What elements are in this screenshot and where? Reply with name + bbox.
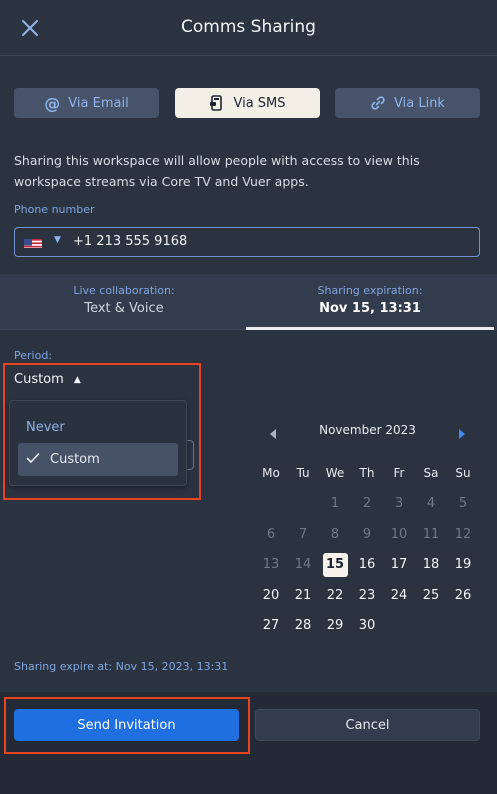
via-link-label: Via Link [394, 95, 445, 111]
settings-tabs: Live collaboration: Text & Voice Sharing… [0, 274, 497, 330]
phone-number-value[interactable]: +1 213 555 9168 [73, 234, 187, 249]
country-dropdown-caret-icon[interactable]: ▼ [54, 235, 61, 245]
tab-expiration-value: Nov 15, 13:31 [319, 301, 421, 316]
calendar-day[interactable]: 24 [383, 580, 415, 611]
calendar-day[interactable]: 27 [255, 611, 287, 642]
calendar-day: 14 [294, 557, 312, 573]
phone-number-label: Phone number [14, 203, 95, 216]
calendar-day[interactable]: 18 [415, 550, 447, 581]
period-label: Period: [14, 349, 53, 362]
calendar-day: 5 [458, 496, 468, 512]
calendar-weekday-row: Mo Tu We Th Fr Sa Su [255, 458, 479, 489]
share-method-selector: @ Via Email Via SMS Via Link [14, 88, 480, 118]
calendar-next-month-icon[interactable] [457, 425, 467, 439]
period-select[interactable]: Custom ▲ [14, 372, 81, 387]
period-dropdown: Never Custom [9, 400, 187, 486]
link-icon [370, 95, 386, 111]
calendar-week-row: 27 28 29 30 [255, 611, 479, 642]
sharing-description: Sharing this workspace will allow people… [14, 153, 420, 189]
tab-sharing-expiration[interactable]: Sharing expiration: Nov 15, 13:31 [246, 274, 494, 330]
period-option-never[interactable]: Never [18, 411, 178, 444]
weekday-label: Sa [423, 466, 439, 481]
period-option-custom[interactable]: Custom [18, 443, 178, 476]
tab-live-value: Text & Voice [84, 301, 164, 316]
send-invitation-button[interactable]: Send Invitation [14, 709, 239, 741]
calendar-day: 2 [362, 496, 372, 512]
calendar-day: 6 [266, 526, 276, 542]
weekday-label: We [325, 466, 345, 481]
footer [0, 692, 497, 794]
calendar-day: 1 [330, 496, 340, 512]
period-selected-value: Custom [14, 372, 64, 387]
phone-number-field[interactable]: ▼ +1 213 555 9168 [14, 227, 480, 257]
calendar-prev-month-icon[interactable] [268, 425, 278, 439]
calendar-day[interactable]: 29 [319, 611, 351, 642]
weekday-label: Th [359, 466, 375, 481]
cancel-button[interactable]: Cancel [255, 709, 480, 741]
via-email-label: Via Email [68, 95, 129, 111]
via-email-button[interactable]: @ Via Email [14, 88, 159, 118]
calendar-day[interactable]: 19 [447, 550, 479, 581]
calendar-day[interactable]: 22 [319, 580, 351, 611]
at-icon: @ [44, 93, 61, 113]
calendar-week-row: 6 7 8 9 10 11 12 [255, 519, 479, 550]
via-sms-label: Via SMS [233, 95, 286, 111]
via-link-button[interactable]: Via Link [335, 88, 480, 118]
calendar-day[interactable]: 25 [415, 580, 447, 611]
weekday-label: Fr [393, 466, 405, 481]
phone-icon [209, 95, 225, 111]
calendar-day[interactable]: 23 [351, 580, 383, 611]
calendar-month-title: November 2023 [319, 423, 416, 437]
calendar-day[interactable]: 16 [351, 550, 383, 581]
calendar-grid: Mo Tu We Th Fr Sa Su 1 2 3 4 5 6 7 8 9 10 11 12 13 14… [255, 458, 479, 641]
calendar-day: 12 [454, 526, 472, 542]
calendar-day [383, 611, 415, 642]
selected-day-label: 15 [322, 552, 348, 577]
calendar-day [287, 489, 319, 520]
calendar-day: 7 [298, 526, 308, 542]
calendar-day [255, 489, 287, 520]
calendar-day: 3 [394, 496, 404, 512]
calendar-day: 4 [426, 496, 436, 512]
tab-live-label: Live collaboration: [73, 284, 175, 297]
us-flag-icon[interactable] [24, 236, 42, 248]
tab-expiration-label: Sharing expiration: [317, 284, 423, 297]
calendar-day: 13 [262, 557, 280, 573]
caret-up-icon: ▲ [73, 374, 81, 385]
calendar-day[interactable]: 20 [255, 580, 287, 611]
calendar-days: 1 2 3 4 5 6 7 8 9 10 11 12 13 14 15 16 17 18 19 20 21 22 23 24 2… [255, 489, 479, 642]
period-option-custom-label: Custom [50, 452, 100, 467]
calendar-day: 10 [390, 526, 408, 542]
sharing-expire-note: Sharing expire at: Nov 15, 2023, 13:31 [14, 660, 229, 673]
calendar-day: 11 [422, 526, 440, 542]
calendar-day[interactable]: 21 [287, 580, 319, 611]
calendar-day [415, 611, 447, 642]
calendar-week-row: 1 2 3 4 5 [255, 489, 479, 520]
calendar-day [447, 611, 479, 642]
calendar-week-row: 20 21 22 23 24 25 26 [255, 580, 479, 611]
calendar-day[interactable]: 26 [447, 580, 479, 611]
check-icon [26, 452, 40, 468]
calendar-day[interactable]: 30 [351, 611, 383, 642]
weekday-label: Tu [296, 466, 310, 481]
page-title: Comms Sharing [181, 17, 316, 37]
via-sms-button[interactable]: Via SMS [175, 88, 320, 118]
weekday-label: Su [455, 466, 471, 481]
calendar-day-selected[interactable]: 15 [319, 550, 351, 581]
header: Comms Sharing [0, 0, 497, 56]
calendar-day: 9 [362, 526, 372, 542]
tab-live-collaboration[interactable]: Live collaboration: Text & Voice [0, 274, 248, 330]
weekday-label: Mo [262, 466, 280, 481]
calendar-day[interactable]: 28 [287, 611, 319, 642]
calendar-week-row: 13 14 15 16 17 18 19 [255, 550, 479, 581]
period-option-never-label: Never [26, 420, 65, 435]
calendar-day[interactable]: 17 [383, 550, 415, 581]
calendar-day: 8 [330, 526, 340, 542]
